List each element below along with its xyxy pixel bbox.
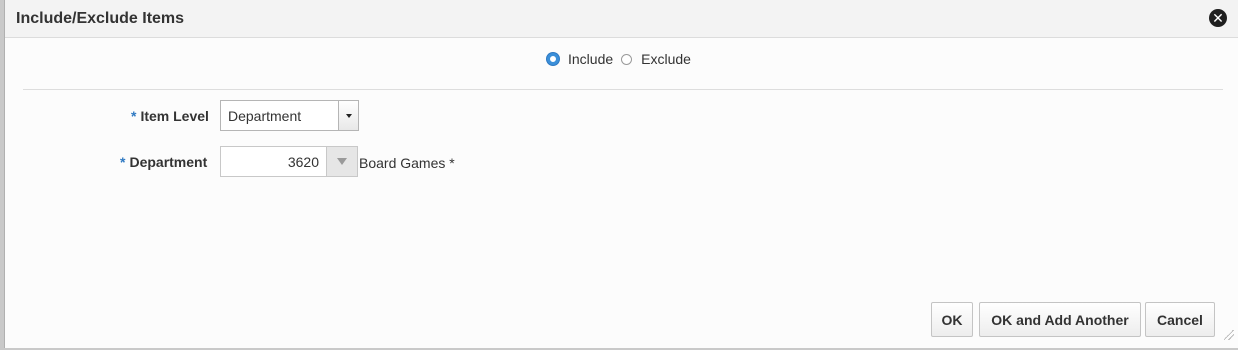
item-level-label: * Item Level	[131, 108, 209, 124]
resize-grip-icon[interactable]	[1224, 330, 1234, 340]
required-marker: *	[120, 154, 126, 170]
radio-checked-icon[interactable]	[547, 53, 559, 65]
department-input[interactable]: 3620	[220, 146, 326, 177]
item-level-select[interactable]: Department	[220, 100, 359, 131]
exclude-radio-label[interactable]: Exclude	[641, 51, 691, 67]
cancel-button[interactable]: Cancel	[1145, 302, 1215, 337]
required-marker: *	[131, 108, 137, 124]
department-description: Board Games *	[359, 155, 455, 171]
ok-button[interactable]: OK	[931, 302, 973, 337]
include-exclude-dialog: Include/Exclude Items ✕ Include Exclude …	[4, 0, 1238, 348]
close-icon[interactable]: ✕	[1209, 9, 1227, 27]
radio-unchecked-icon[interactable]	[621, 53, 633, 65]
item-level-value: Department	[228, 107, 302, 124]
dialog-title: Include/Exclude Items	[16, 10, 185, 27]
exclude-radio[interactable]: Exclude	[621, 51, 691, 67]
chevron-down-icon[interactable]	[338, 101, 358, 130]
divider	[23, 89, 1223, 90]
department-lov-dropdown-icon[interactable]	[326, 146, 358, 177]
dialog-title-bar[interactable]: Include/Exclude Items ✕	[5, 0, 1238, 38]
include-exclude-radio-group: Include Exclude	[547, 50, 691, 68]
include-radio-label[interactable]: Include	[568, 51, 613, 67]
department-label: * Department	[120, 154, 208, 170]
include-radio[interactable]: Include	[547, 51, 613, 67]
ok-and-add-another-button[interactable]: OK and Add Another	[979, 302, 1141, 337]
